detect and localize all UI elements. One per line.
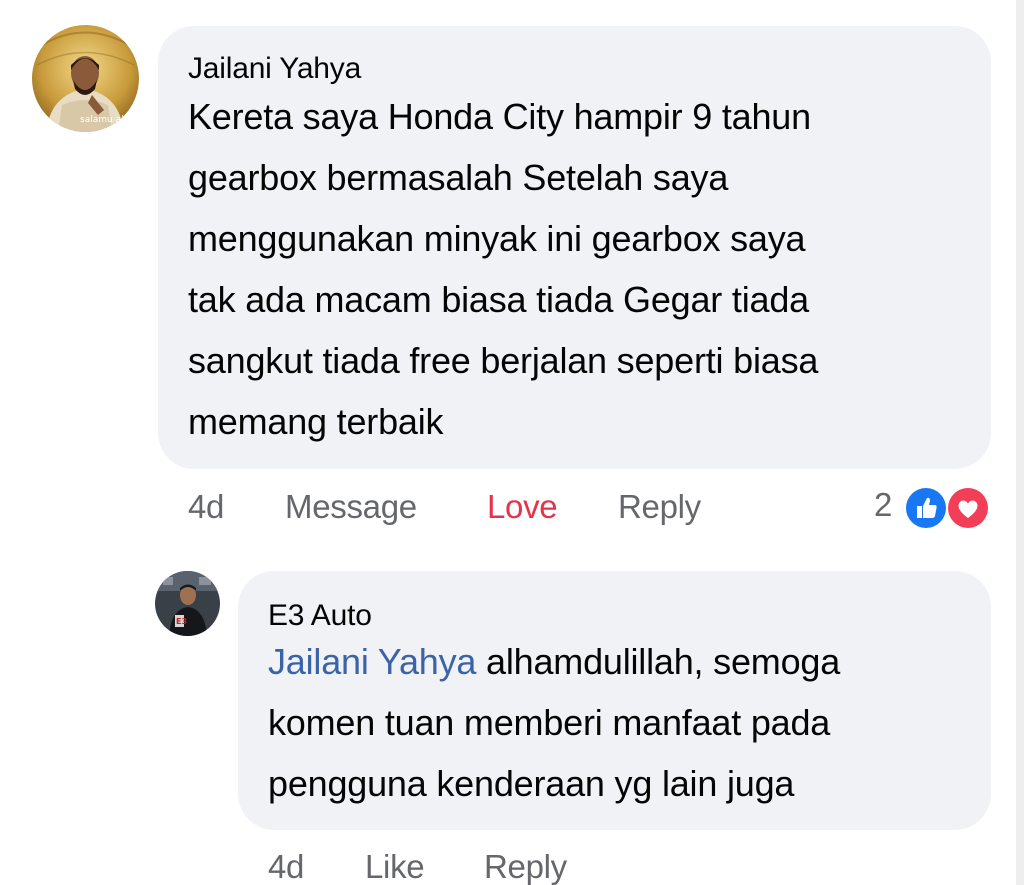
reply-line-text: alhamdulillah, semoga [476,641,841,682]
love-icon [948,488,988,528]
comment-line: sangkut tiada free berjalan seperti bias… [188,340,819,381]
comment-timestamp[interactable]: 4d [188,487,224,527]
reply-reply-button[interactable]: Reply [484,847,567,885]
comment-line: memang terbaik [188,401,444,442]
svg-text:E3: E3 [176,617,187,626]
comment-bubble: Jailani Yahya Kereta saya Honda City ham… [158,26,991,469]
reactions-summary[interactable]: 2 [874,485,994,531]
reply-line: Jailani Yahya alhamdulillah, semoga [268,631,991,692]
comment-line: Kereta saya Honda City hampir 9 tahun [188,96,811,137]
like-button[interactable]: Like [365,847,425,885]
reply-line: komen tuan memberi manfaat pada [268,702,831,743]
comment-actions: 4d Message Love Reply [188,487,748,527]
love-button[interactable]: Love [487,487,558,527]
like-reaction-icon [904,486,948,530]
avatar-caption: salamu alaik [80,115,138,125]
reply-line: pengguna kenderaan yg lain juga [268,763,795,804]
comment-line: gearbox bermasalah Setelah saya [188,157,729,198]
reaction-count: 2 [874,486,893,523]
comment-line: menggunakan minyak ini gearbox saya [188,218,806,259]
commenter-avatar[interactable]: salamu alaik [32,25,139,132]
reply-button[interactable]: Reply [618,487,701,527]
commenter-avatar-image: salamu alaik [32,25,139,132]
reply-actions: 4d Like Reply [268,847,668,885]
love-reaction-icon [946,486,990,530]
scrollbar-track[interactable] [1016,0,1024,885]
reply-timestamp[interactable]: 4d [268,847,304,885]
reply-author-avatar[interactable]: E3 [155,571,220,636]
reply-author-avatar-image: E3 [155,571,220,636]
comment-line: tak ada macam biasa tiada Gegar tiada [188,279,809,320]
comment-author[interactable]: Jailani Yahya [188,51,991,87]
like-icon [906,488,946,528]
reply-bubble: E3 Auto Jailani Yahya alhamdulillah, sem… [238,571,991,830]
reply-text: Jailani Yahya alhamdulillah, semoga kome… [268,631,991,814]
comments-thread: salamu alaik Jailani Yahya Kereta saya H… [0,0,1024,885]
mention-link[interactable]: Jailani Yahya [268,641,476,682]
comment-text: Kereta saya Honda City hampir 9 tahun ge… [188,86,991,452]
reply-author[interactable]: E3 Auto [268,598,991,634]
message-button[interactable]: Message [285,487,417,527]
